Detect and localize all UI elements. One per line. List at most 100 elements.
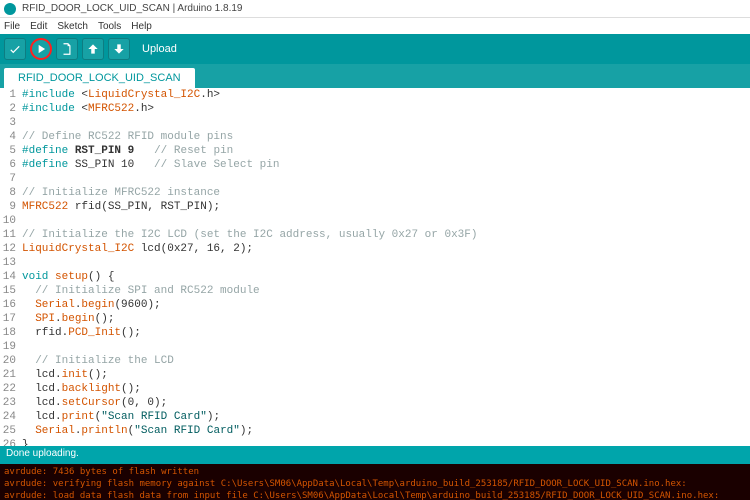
code-line[interactable]: 15 // Initialize SPI and RC522 module — [0, 284, 750, 298]
code-line[interactable]: 23 lcd.setCursor(0, 0); — [0, 396, 750, 410]
line-number: 17 — [0, 312, 22, 326]
line-number: 6 — [0, 158, 22, 172]
code-line[interactable]: 18 rfid.PCD_Init(); — [0, 326, 750, 340]
code-text[interactable]: lcd.init(); — [22, 368, 108, 382]
code-line[interactable]: 12LiquidCrystal_I2C lcd(0x27, 16, 2); — [0, 242, 750, 256]
code-text[interactable]: #include <MFRC522.h> — [22, 102, 154, 116]
line-number: 8 — [0, 186, 22, 200]
code-line[interactable]: 25 Serial.println("Scan RFID Card"); — [0, 424, 750, 438]
console-line: avrdude: load data flash data from input… — [4, 490, 746, 500]
line-number: 12 — [0, 242, 22, 256]
code-text[interactable]: // Initialize the I2C LCD (set the I2C a… — [22, 228, 477, 242]
verify-button[interactable] — [4, 38, 26, 60]
code-line[interactable]: 26} — [0, 438, 750, 446]
code-text[interactable]: lcd.backlight(); — [22, 382, 141, 396]
menu-edit[interactable]: Edit — [30, 21, 47, 32]
line-number: 4 — [0, 130, 22, 144]
menu-file[interactable]: File — [4, 21, 20, 32]
code-text[interactable]: // Initialize SPI and RC522 module — [22, 284, 260, 298]
code-line[interactable]: 20 // Initialize the LCD — [0, 354, 750, 368]
code-text[interactable]: rfid.PCD_Init(); — [22, 326, 141, 340]
code-line[interactable]: 7 — [0, 172, 750, 186]
code-text[interactable]: LiquidCrystal_I2C lcd(0x27, 16, 2); — [22, 242, 253, 256]
code-line[interactable]: 17 SPI.begin(); — [0, 312, 750, 326]
line-number: 18 — [0, 326, 22, 340]
check-icon — [8, 42, 22, 56]
code-line[interactable]: 5#define RST_PIN 9 // Reset pin — [0, 144, 750, 158]
code-line[interactable]: 11// Initialize the I2C LCD (set the I2C… — [0, 228, 750, 242]
code-text[interactable]: SPI.begin(); — [22, 312, 114, 326]
line-number: 1 — [0, 88, 22, 102]
line-number: 13 — [0, 256, 22, 270]
line-number: 22 — [0, 382, 22, 396]
menu-help[interactable]: Help — [131, 21, 152, 32]
code-text[interactable]: Serial.begin(9600); — [22, 298, 161, 312]
arduino-icon — [4, 3, 16, 15]
titlebar: RFID_DOOR_LOCK_UID_SCAN | Arduino 1.8.19 — [0, 0, 750, 18]
line-number: 19 — [0, 340, 22, 354]
code-line[interactable]: 8// Initialize MFRC522 instance — [0, 186, 750, 200]
code-line[interactable]: 6#define SS_PIN 10 // Slave Select pin — [0, 158, 750, 172]
code-text[interactable]: MFRC522 rfid(SS_PIN, RST_PIN); — [22, 200, 220, 214]
toolbar: Upload — [0, 34, 750, 64]
code-text[interactable]: // Initialize MFRC522 instance — [22, 186, 220, 200]
code-editor[interactable]: 1#include <LiquidCrystal_I2C.h>2#include… — [0, 88, 750, 446]
code-text[interactable]: #include <LiquidCrystal_I2C.h> — [22, 88, 220, 102]
code-text[interactable]: } — [22, 438, 29, 446]
file-icon — [60, 42, 74, 56]
status-text: Done uploading. — [6, 448, 79, 459]
line-number: 10 — [0, 214, 22, 228]
arrow-down-icon — [112, 42, 126, 56]
code-line[interactable]: 22 lcd.backlight(); — [0, 382, 750, 396]
tab-sketch[interactable]: RFID_DOOR_LOCK_UID_SCAN — [4, 68, 195, 88]
menu-sketch[interactable]: Sketch — [57, 21, 88, 32]
line-number: 9 — [0, 200, 22, 214]
line-number: 20 — [0, 354, 22, 368]
code-text[interactable]: lcd.print("Scan RFID Card"); — [22, 410, 220, 424]
line-number: 3 — [0, 116, 22, 130]
code-line[interactable]: 10 — [0, 214, 750, 228]
open-button[interactable] — [82, 38, 104, 60]
arrow-right-icon — [34, 42, 48, 56]
upload-button[interactable] — [30, 38, 52, 60]
menubar: File Edit Sketch Tools Help — [0, 18, 750, 34]
line-number: 25 — [0, 424, 22, 438]
upload-status-label: Upload — [142, 43, 177, 55]
code-line[interactable]: 4// Define RC522 RFID module pins — [0, 130, 750, 144]
code-line[interactable]: 2#include <MFRC522.h> — [0, 102, 750, 116]
code-text[interactable]: // Initialize the LCD — [22, 354, 174, 368]
line-number: 15 — [0, 284, 22, 298]
new-button[interactable] — [56, 38, 78, 60]
code-line[interactable]: 13 — [0, 256, 750, 270]
code-text[interactable]: lcd.setCursor(0, 0); — [22, 396, 167, 410]
code-line[interactable]: 3 — [0, 116, 750, 130]
tabbar: RFID_DOOR_LOCK_UID_SCAN — [0, 64, 750, 88]
save-button[interactable] — [108, 38, 130, 60]
code-line[interactable]: 1#include <LiquidCrystal_I2C.h> — [0, 88, 750, 102]
line-number: 16 — [0, 298, 22, 312]
arrow-up-icon — [86, 42, 100, 56]
line-number: 21 — [0, 368, 22, 382]
code-text[interactable]: #define RST_PIN 9 // Reset pin — [22, 144, 233, 158]
line-number: 2 — [0, 102, 22, 116]
line-number: 11 — [0, 228, 22, 242]
code-line[interactable]: 21 lcd.init(); — [0, 368, 750, 382]
menu-tools[interactable]: Tools — [98, 21, 121, 32]
code-line[interactable]: 9MFRC522 rfid(SS_PIN, RST_PIN); — [0, 200, 750, 214]
console-line: avrdude: 7436 bytes of flash written — [4, 466, 746, 478]
code-line[interactable]: 14void setup() { — [0, 270, 750, 284]
code-text[interactable]: #define SS_PIN 10 // Slave Select pin — [22, 158, 279, 172]
line-number: 5 — [0, 144, 22, 158]
console-output[interactable]: avrdude: 7436 bytes of flash written avr… — [0, 464, 750, 500]
code-line[interactable]: 16 Serial.begin(9600); — [0, 298, 750, 312]
code-text[interactable]: void setup() { — [22, 270, 114, 284]
code-line[interactable]: 24 lcd.print("Scan RFID Card"); — [0, 410, 750, 424]
line-number: 24 — [0, 410, 22, 424]
code-line[interactable]: 19 — [0, 340, 750, 354]
line-number: 7 — [0, 172, 22, 186]
code-text[interactable]: // Define RC522 RFID module pins — [22, 130, 233, 144]
console-line: avrdude: verifying flash memory against … — [4, 478, 746, 490]
code-text[interactable]: Serial.println("Scan RFID Card"); — [22, 424, 253, 438]
line-number: 26 — [0, 438, 22, 446]
line-number: 23 — [0, 396, 22, 410]
